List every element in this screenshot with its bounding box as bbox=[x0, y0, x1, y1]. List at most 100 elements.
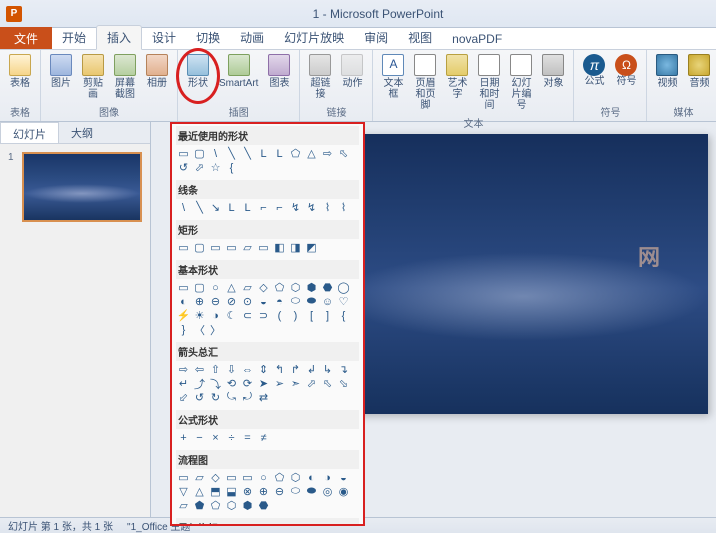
shape-option[interactable]: + bbox=[176, 431, 191, 444]
shape-option[interactable]: ▢ bbox=[192, 281, 207, 294]
shape-option[interactable]: \ bbox=[176, 201, 191, 214]
shape-option[interactable]: ↺ bbox=[176, 161, 191, 174]
shape-option[interactable]: ⌐ bbox=[256, 201, 271, 214]
shape-option[interactable]: { bbox=[224, 161, 239, 174]
shape-option[interactable]: ▭ bbox=[176, 241, 191, 254]
slidenum-button[interactable]: 幻灯片编号 bbox=[505, 52, 537, 113]
chart-button[interactable]: 图表 bbox=[263, 52, 295, 102]
shape-option[interactable]: ▱ bbox=[192, 471, 207, 484]
shape-option[interactable]: ◒ bbox=[336, 471, 351, 484]
shape-option[interactable]: ↻ bbox=[208, 391, 223, 404]
shape-option[interactable]: ▭ bbox=[208, 241, 223, 254]
shape-option[interactable]: ☀ bbox=[192, 309, 207, 322]
shape-option[interactable]: − bbox=[192, 431, 207, 444]
shape-option[interactable]: ◑ bbox=[208, 309, 223, 322]
shapes-button[interactable]: 形状 bbox=[182, 52, 214, 102]
shape-option[interactable]: △ bbox=[224, 281, 239, 294]
tab-novapdf[interactable]: novaPDF bbox=[442, 29, 512, 49]
shape-option[interactable]: ▢ bbox=[192, 241, 207, 254]
shape-option[interactable]: ╲ bbox=[224, 147, 239, 160]
shape-option[interactable]: ◒ bbox=[256, 295, 271, 308]
shape-option[interactable]: ▱ bbox=[176, 499, 191, 512]
shape-option[interactable]: ⇔ bbox=[240, 363, 255, 376]
shape-option[interactable]: ⟲ bbox=[224, 377, 239, 390]
shape-option[interactable]: ☆ bbox=[208, 161, 223, 174]
shape-option[interactable]: ⬁ bbox=[320, 377, 335, 390]
shape-option[interactable]: ⬣ bbox=[256, 499, 271, 512]
screenshot-button[interactable]: 屏幕截图 bbox=[109, 52, 141, 102]
shapes-dropdown-panel[interactable]: 最近使用的形状▭▢\╲╲LL⬠△⇨⬁↺⬀☆{线条\╲↘LL⌐⌐↯↯⌇⌇矩形▭▢▭… bbox=[170, 122, 365, 526]
datetime-button[interactable]: 日期和时间 bbox=[473, 52, 505, 113]
shape-option[interactable]: ⟳ bbox=[240, 377, 255, 390]
shape-option[interactable]: ○ bbox=[208, 281, 223, 294]
video-button[interactable]: 视频 bbox=[651, 52, 683, 102]
shape-option[interactable]: ☾ bbox=[224, 309, 239, 322]
shape-option[interactable]: ⇦ bbox=[192, 363, 207, 376]
shape-option[interactable]: ◨ bbox=[288, 241, 303, 254]
shape-option[interactable]: ⬀ bbox=[304, 377, 319, 390]
shape-option[interactable]: ⤿ bbox=[224, 391, 239, 404]
slide-canvas[interactable] bbox=[338, 134, 708, 414]
shape-option[interactable]: ↺ bbox=[192, 391, 207, 404]
shape-option[interactable]: ▭ bbox=[176, 147, 191, 160]
shape-option[interactable]: ◧ bbox=[272, 241, 287, 254]
shape-option[interactable]: ➢ bbox=[272, 377, 287, 390]
shape-option[interactable]: ⬂ bbox=[336, 377, 351, 390]
shape-option[interactable]: ⤴ bbox=[192, 377, 207, 390]
shape-option[interactable]: ⤵ bbox=[208, 377, 223, 390]
shape-option[interactable]: ◇ bbox=[256, 281, 271, 294]
shape-option[interactable]: ⬬ bbox=[304, 295, 319, 308]
shape-option[interactable]: ⌇ bbox=[336, 201, 351, 214]
shape-option[interactable]: } bbox=[176, 323, 191, 336]
shape-option[interactable]: ⊕ bbox=[192, 295, 207, 308]
shape-option[interactable]: ⇨ bbox=[320, 147, 335, 160]
textbox-button[interactable]: 文本框 bbox=[377, 52, 409, 113]
shape-option[interactable]: ↯ bbox=[304, 201, 319, 214]
shape-option[interactable]: ⬢ bbox=[304, 281, 319, 294]
shape-option[interactable]: ▽ bbox=[176, 485, 191, 498]
shape-option[interactable]: ↱ bbox=[288, 363, 303, 376]
shape-option[interactable]: ↴ bbox=[336, 363, 351, 376]
shape-option[interactable]: ⬭ bbox=[288, 485, 303, 498]
shape-option[interactable]: = bbox=[240, 431, 255, 444]
shape-option[interactable]: ⇧ bbox=[208, 363, 223, 376]
shape-option[interactable]: ↵ bbox=[176, 377, 191, 390]
image-button[interactable]: 图片 bbox=[45, 52, 77, 102]
shape-option[interactable]: ⊂ bbox=[240, 309, 255, 322]
shape-option[interactable]: ⬃ bbox=[176, 391, 191, 404]
shape-option[interactable]: ➣ bbox=[288, 377, 303, 390]
shape-option[interactable]: ⬢ bbox=[240, 499, 255, 512]
shape-option[interactable]: ⬠ bbox=[272, 471, 287, 484]
shape-option[interactable]: ⬭ bbox=[288, 295, 303, 308]
shape-option[interactable]: ◇ bbox=[208, 471, 223, 484]
shape-option[interactable]: { bbox=[336, 309, 351, 322]
shape-option[interactable]: ⇩ bbox=[224, 363, 239, 376]
shape-option[interactable]: ⬒ bbox=[208, 485, 223, 498]
shape-option[interactable]: ⇨ bbox=[176, 363, 191, 376]
shape-option[interactable]: ⬣ bbox=[320, 281, 335, 294]
side-tab-slides[interactable]: 幻灯片 bbox=[0, 122, 59, 143]
shape-option[interactable]: ╲ bbox=[192, 201, 207, 214]
tab-view[interactable]: 视图 bbox=[398, 26, 442, 49]
shape-option[interactable]: ⌐ bbox=[272, 201, 287, 214]
slide-thumbnail-1[interactable]: 1 bbox=[8, 152, 142, 222]
shape-option[interactable]: ◑ bbox=[320, 471, 335, 484]
shape-option[interactable]: ▭ bbox=[224, 241, 239, 254]
shape-option[interactable]: ◎ bbox=[320, 485, 335, 498]
shape-option[interactable]: ⬡ bbox=[288, 471, 303, 484]
shape-option[interactable]: ⬡ bbox=[288, 281, 303, 294]
shape-option[interactable]: ⬠ bbox=[208, 499, 223, 512]
wordart-button[interactable]: 艺术字 bbox=[441, 52, 473, 113]
shape-option[interactable]: ⬬ bbox=[304, 485, 319, 498]
shape-option[interactable]: ↰ bbox=[272, 363, 287, 376]
symbol-button[interactable]: Ω符号 bbox=[610, 52, 642, 102]
shape-option[interactable]: L bbox=[224, 201, 239, 214]
tab-insert[interactable]: 插入 bbox=[96, 25, 142, 50]
tab-design[interactable]: 设计 bbox=[142, 26, 186, 49]
shape-option[interactable]: ≠ bbox=[256, 431, 271, 444]
tab-review[interactable]: 审阅 bbox=[354, 26, 398, 49]
action-button[interactable]: 动作 bbox=[336, 52, 368, 102]
shape-option[interactable]: ↘ bbox=[208, 201, 223, 214]
shape-option[interactable]: ⬁ bbox=[336, 147, 351, 160]
shape-option[interactable]: ⤾ bbox=[240, 391, 255, 404]
